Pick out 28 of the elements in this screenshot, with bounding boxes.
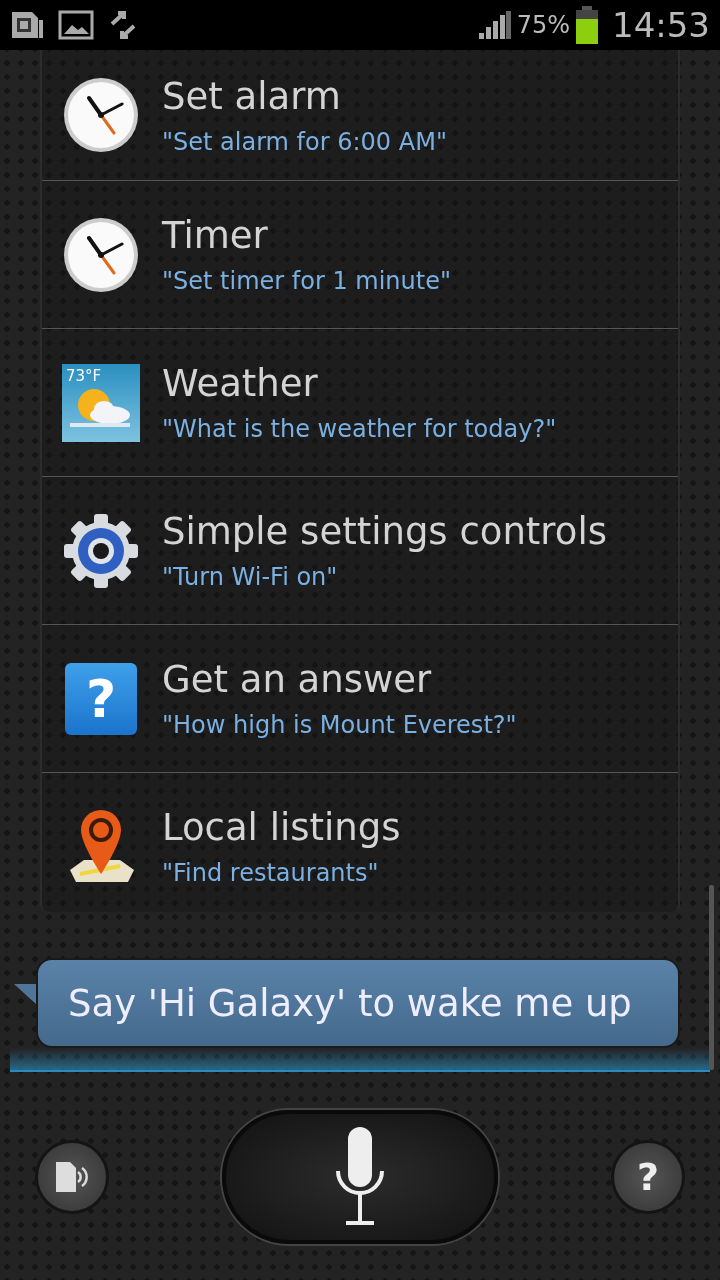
help-button[interactable]: ?: [611, 1140, 685, 1214]
image-icon: [58, 10, 94, 40]
clock-icon: [62, 215, 140, 294]
sd-card-icon: [10, 10, 44, 40]
command-title: Weather: [162, 362, 319, 405]
command-title: Local listings: [162, 806, 401, 849]
command-title: Set alarm: [162, 74, 342, 118]
command-title: Timer: [162, 214, 269, 257]
weather-icon: 73°F: [62, 363, 140, 442]
signal-icon: [478, 11, 511, 39]
help-icon: ?: [65, 662, 137, 735]
prompt-text: Say 'Hi Galaxy' to wake me up: [68, 981, 632, 1025]
clock-icon: [62, 76, 140, 154]
voice-output-button[interactable]: [35, 1140, 109, 1214]
command-title: Simple settings controls: [162, 510, 607, 553]
example-phrase: "What is the weather for today?": [162, 415, 557, 443]
battery-percent: 75%: [516, 11, 570, 39]
battery-icon: [576, 6, 598, 44]
example-phrase: "Set alarm for 6:00 AM": [162, 127, 447, 156]
command-title: Get an answer: [162, 658, 433, 701]
microphone-button[interactable]: [222, 1110, 498, 1244]
example-phrase: "Find restaurants": [162, 859, 380, 887]
example-phrase: "How high is Mount Everest?": [162, 711, 517, 739]
example-phrase: "Turn Wi-Fi on": [162, 563, 339, 591]
example-phrase: "Set timer for 1 minute": [162, 267, 451, 295]
clock-time: 14:53: [612, 5, 710, 45]
settings-icon: [62, 511, 140, 590]
sync-arrows-icon: [108, 10, 138, 40]
